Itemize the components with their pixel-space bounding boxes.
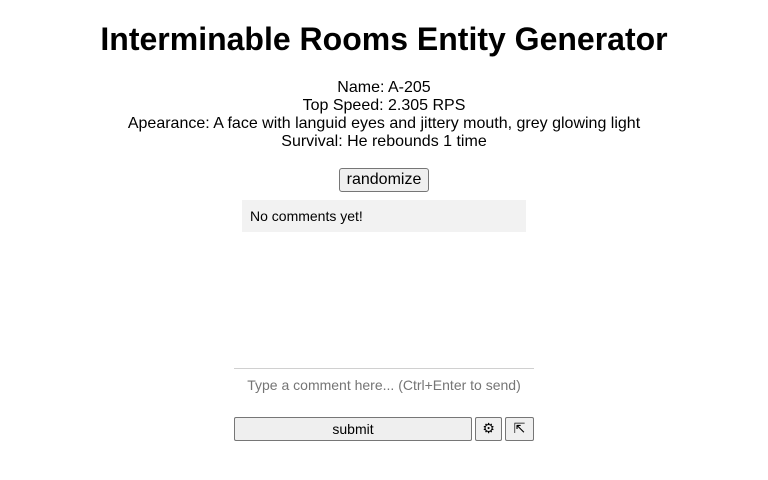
submit-button[interactable]: submit [234, 417, 472, 441]
entity-top-speed: Top Speed: 2.305 RPS [302, 97, 466, 114]
comment-input[interactable] [234, 372, 534, 400]
settings-button[interactable]: ⚙ [475, 417, 502, 441]
entity-survival: Survival: He rebounds 1 time [281, 133, 487, 150]
entity-appearance: Apearance: A face with languid eyes and … [127, 115, 641, 132]
entity-info: Name: A-205 Top Speed: 2.305 RPS Apearan… [0, 79, 768, 151]
gear-icon: ⚙ [482, 421, 495, 437]
comments-list: No comments yet! [242, 200, 526, 232]
comment-divider [234, 368, 534, 369]
page: Interminable Rooms Entity Generator Name… [0, 0, 768, 480]
randomize-button[interactable]: randomize [339, 168, 429, 192]
no-comments-text: No comments yet! [250, 208, 363, 224]
page-title: Interminable Rooms Entity Generator [100, 21, 668, 57]
entity-name: Name: A-205 [337, 79, 431, 96]
expand-button[interactable]: ⇱ [505, 417, 534, 441]
expand-icon: ⇱ [513, 421, 526, 437]
